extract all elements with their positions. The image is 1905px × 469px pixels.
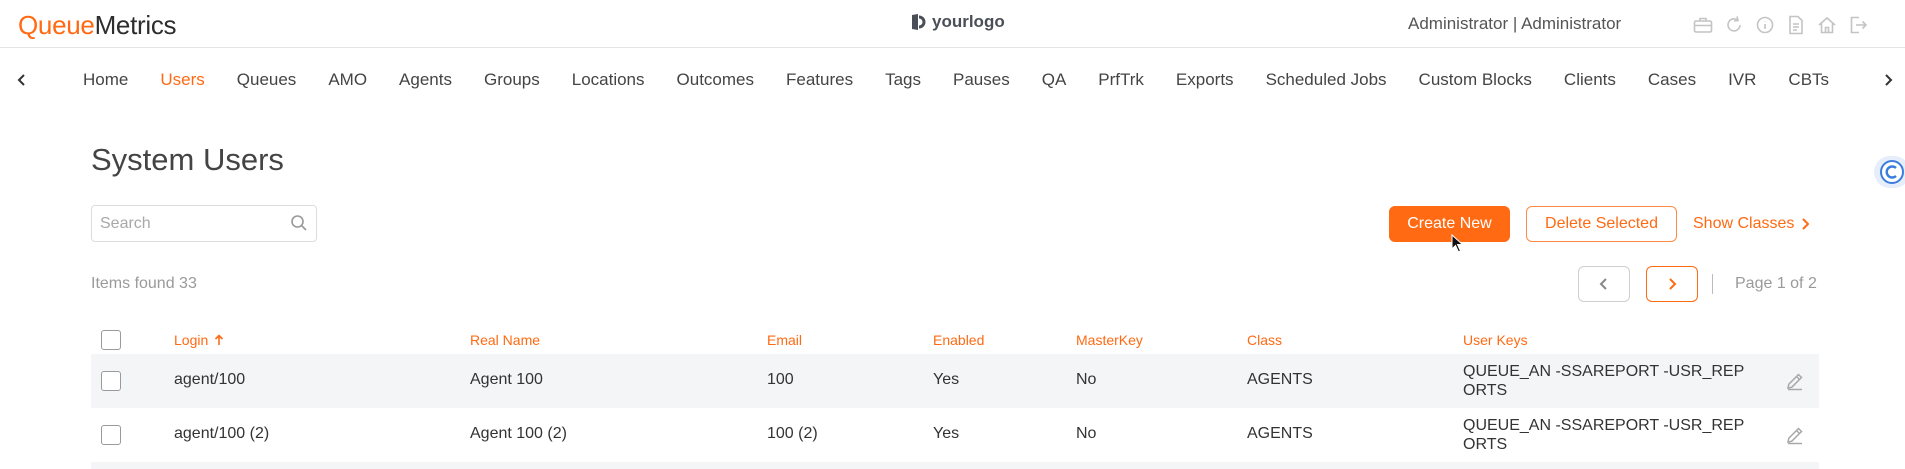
nav-item-locations[interactable]: Locations	[572, 70, 645, 94]
cell-email: 100	[767, 371, 794, 388]
cell-user-keys: QUEUE_AN -SSAREPORT -USR_REP ORTS	[1463, 416, 1763, 454]
yourlogo-mark-icon	[912, 14, 926, 30]
page-title: System Users	[91, 142, 284, 177]
row-checkbox[interactable]	[101, 425, 121, 445]
cell-login: agent/100	[174, 371, 246, 388]
cell-real-name: Agent 100	[470, 371, 543, 388]
current-user[interactable]: Administrator | Administrator	[1408, 14, 1621, 34]
cell-login: agent/100 (2)	[174, 425, 270, 442]
nav-item-groups[interactable]: Groups	[484, 70, 540, 94]
items-found-count: Items found 33	[91, 275, 197, 292]
nav-item-queues[interactable]: Queues	[237, 70, 297, 94]
brand-part-metrics: Metrics	[94, 10, 177, 40]
nav-item-users[interactable]: Users	[160, 70, 204, 94]
nav-items: Home Users Queues AMO Agents Groups Loca…	[83, 70, 1843, 94]
nav-item-agents[interactable]: Agents	[399, 70, 452, 94]
cell-real-name: Agent 100 (2)	[470, 425, 567, 442]
show-classes-label: Show Classes	[1693, 215, 1795, 232]
nav-item-ivr[interactable]: IVR	[1728, 70, 1756, 94]
nav-item-scheduled-jobs[interactable]: Scheduled Jobs	[1266, 70, 1387, 94]
company-logo-text: yourlogo	[932, 12, 1005, 31]
column-header-login[interactable]: Login	[174, 332, 224, 348]
nav-item-exports[interactable]: Exports	[1176, 70, 1234, 94]
header-icon-group	[1692, 14, 1869, 36]
cell-class: AGENTS	[1247, 371, 1313, 388]
previous-page-button[interactable]	[1578, 266, 1630, 302]
page-indicator: Page 1 of 2	[1735, 275, 1817, 292]
next-page-button[interactable]	[1646, 266, 1698, 302]
assistant-icon	[1880, 160, 1904, 184]
cell-enabled: Yes	[933, 371, 960, 388]
search-icon[interactable]	[290, 214, 308, 237]
mouse-cursor-icon	[1451, 234, 1464, 253]
home-icon[interactable]	[1816, 14, 1838, 36]
user-keys-line-2: ORTS	[1463, 436, 1508, 453]
user-keys-line-2: ORTS	[1463, 382, 1508, 399]
nav-item-custom-blocks[interactable]: Custom Blocks	[1419, 70, 1532, 94]
cell-class: AGENTS	[1247, 425, 1313, 442]
edit-pencil-icon[interactable]	[1785, 371, 1805, 396]
column-header-enabled[interactable]: Enabled	[933, 332, 984, 348]
main-nav: Home Users Queues AMO Agents Groups Loca…	[0, 58, 1905, 102]
chevron-right-icon	[1802, 218, 1810, 230]
nav-item-pauses[interactable]: Pauses	[953, 70, 1010, 94]
chevron-left-icon	[1599, 278, 1607, 290]
table-row-partially-visible	[91, 462, 1819, 469]
nav-item-cases[interactable]: Cases	[1648, 70, 1696, 94]
column-header-masterkey[interactable]: MasterKey	[1076, 332, 1143, 348]
show-classes-button[interactable]: Show Classes	[1693, 206, 1810, 242]
column-header-user-keys[interactable]: User Keys	[1463, 332, 1528, 348]
nav-item-outcomes[interactable]: Outcomes	[677, 70, 754, 94]
create-new-button[interactable]: Create New	[1389, 206, 1510, 242]
column-header-class[interactable]: Class	[1247, 332, 1282, 348]
document-icon[interactable]	[1785, 14, 1807, 36]
table-row[interactable]: agent/100 (2) Agent 100 (2) 100 (2) Yes …	[91, 408, 1819, 462]
select-all-checkbox[interactable]	[101, 330, 121, 350]
top-bar: QueueMetrics yourlogo Administrator | Ad…	[0, 0, 1905, 48]
nav-item-prftrk[interactable]: PrfTrk	[1098, 70, 1144, 94]
brand-part-queue: Queue	[18, 10, 95, 40]
briefcase-icon[interactable]	[1692, 14, 1714, 36]
search-input[interactable]	[100, 206, 280, 241]
nav-scroll-left-icon[interactable]	[10, 68, 34, 92]
user-keys-line-1: QUEUE_AN -SSAREPORT -USR_REP	[1463, 417, 1745, 434]
company-logo: yourlogo	[910, 12, 1005, 32]
row-checkbox[interactable]	[101, 371, 121, 391]
cell-masterkey: No	[1076, 371, 1097, 388]
table-header: Login Real Name Email Enabled MasterKey …	[91, 322, 1819, 354]
delete-selected-button[interactable]: Delete Selected	[1526, 206, 1677, 242]
info-icon[interactable]	[1754, 14, 1776, 36]
cell-enabled: Yes	[933, 425, 960, 442]
nav-item-tags[interactable]: Tags	[885, 70, 921, 94]
nav-item-qa[interactable]: QA	[1042, 70, 1067, 94]
column-header-real-name[interactable]: Real Name	[470, 332, 540, 348]
nav-item-cbts[interactable]: CBTs	[1788, 70, 1829, 94]
nav-item-clients[interactable]: Clients	[1564, 70, 1616, 94]
chevron-right-icon	[1669, 278, 1677, 290]
column-header-login-label: Login	[174, 332, 209, 348]
edit-pencil-icon[interactable]	[1785, 425, 1805, 450]
sort-ascending-icon	[215, 334, 224, 345]
cell-masterkey: No	[1076, 425, 1097, 442]
cell-email: 100 (2)	[767, 425, 818, 442]
cell-user-keys: QUEUE_AN -SSAREPORT -USR_REP ORTS	[1463, 362, 1763, 400]
refresh-icon[interactable]	[1723, 14, 1745, 36]
nav-item-home[interactable]: Home	[83, 70, 128, 94]
nav-scroll-right-icon[interactable]	[1876, 68, 1900, 92]
column-header-email[interactable]: Email	[767, 332, 802, 348]
floating-assistant-button[interactable]	[1874, 156, 1905, 188]
nav-item-features[interactable]: Features	[786, 70, 853, 94]
table-row[interactable]: agent/100 Agent 100 100 Yes No AGENTS QU…	[91, 354, 1819, 408]
search-box	[91, 205, 317, 242]
nav-item-amo[interactable]: AMO	[328, 70, 367, 94]
logout-icon[interactable]	[1847, 14, 1869, 36]
queuemetrics-logo[interactable]: QueueMetrics	[18, 10, 177, 41]
users-table: Login Real Name Email Enabled MasterKey …	[91, 322, 1819, 469]
user-keys-line-1: QUEUE_AN -SSAREPORT -USR_REP	[1463, 363, 1745, 380]
pager-divider	[1712, 274, 1713, 294]
